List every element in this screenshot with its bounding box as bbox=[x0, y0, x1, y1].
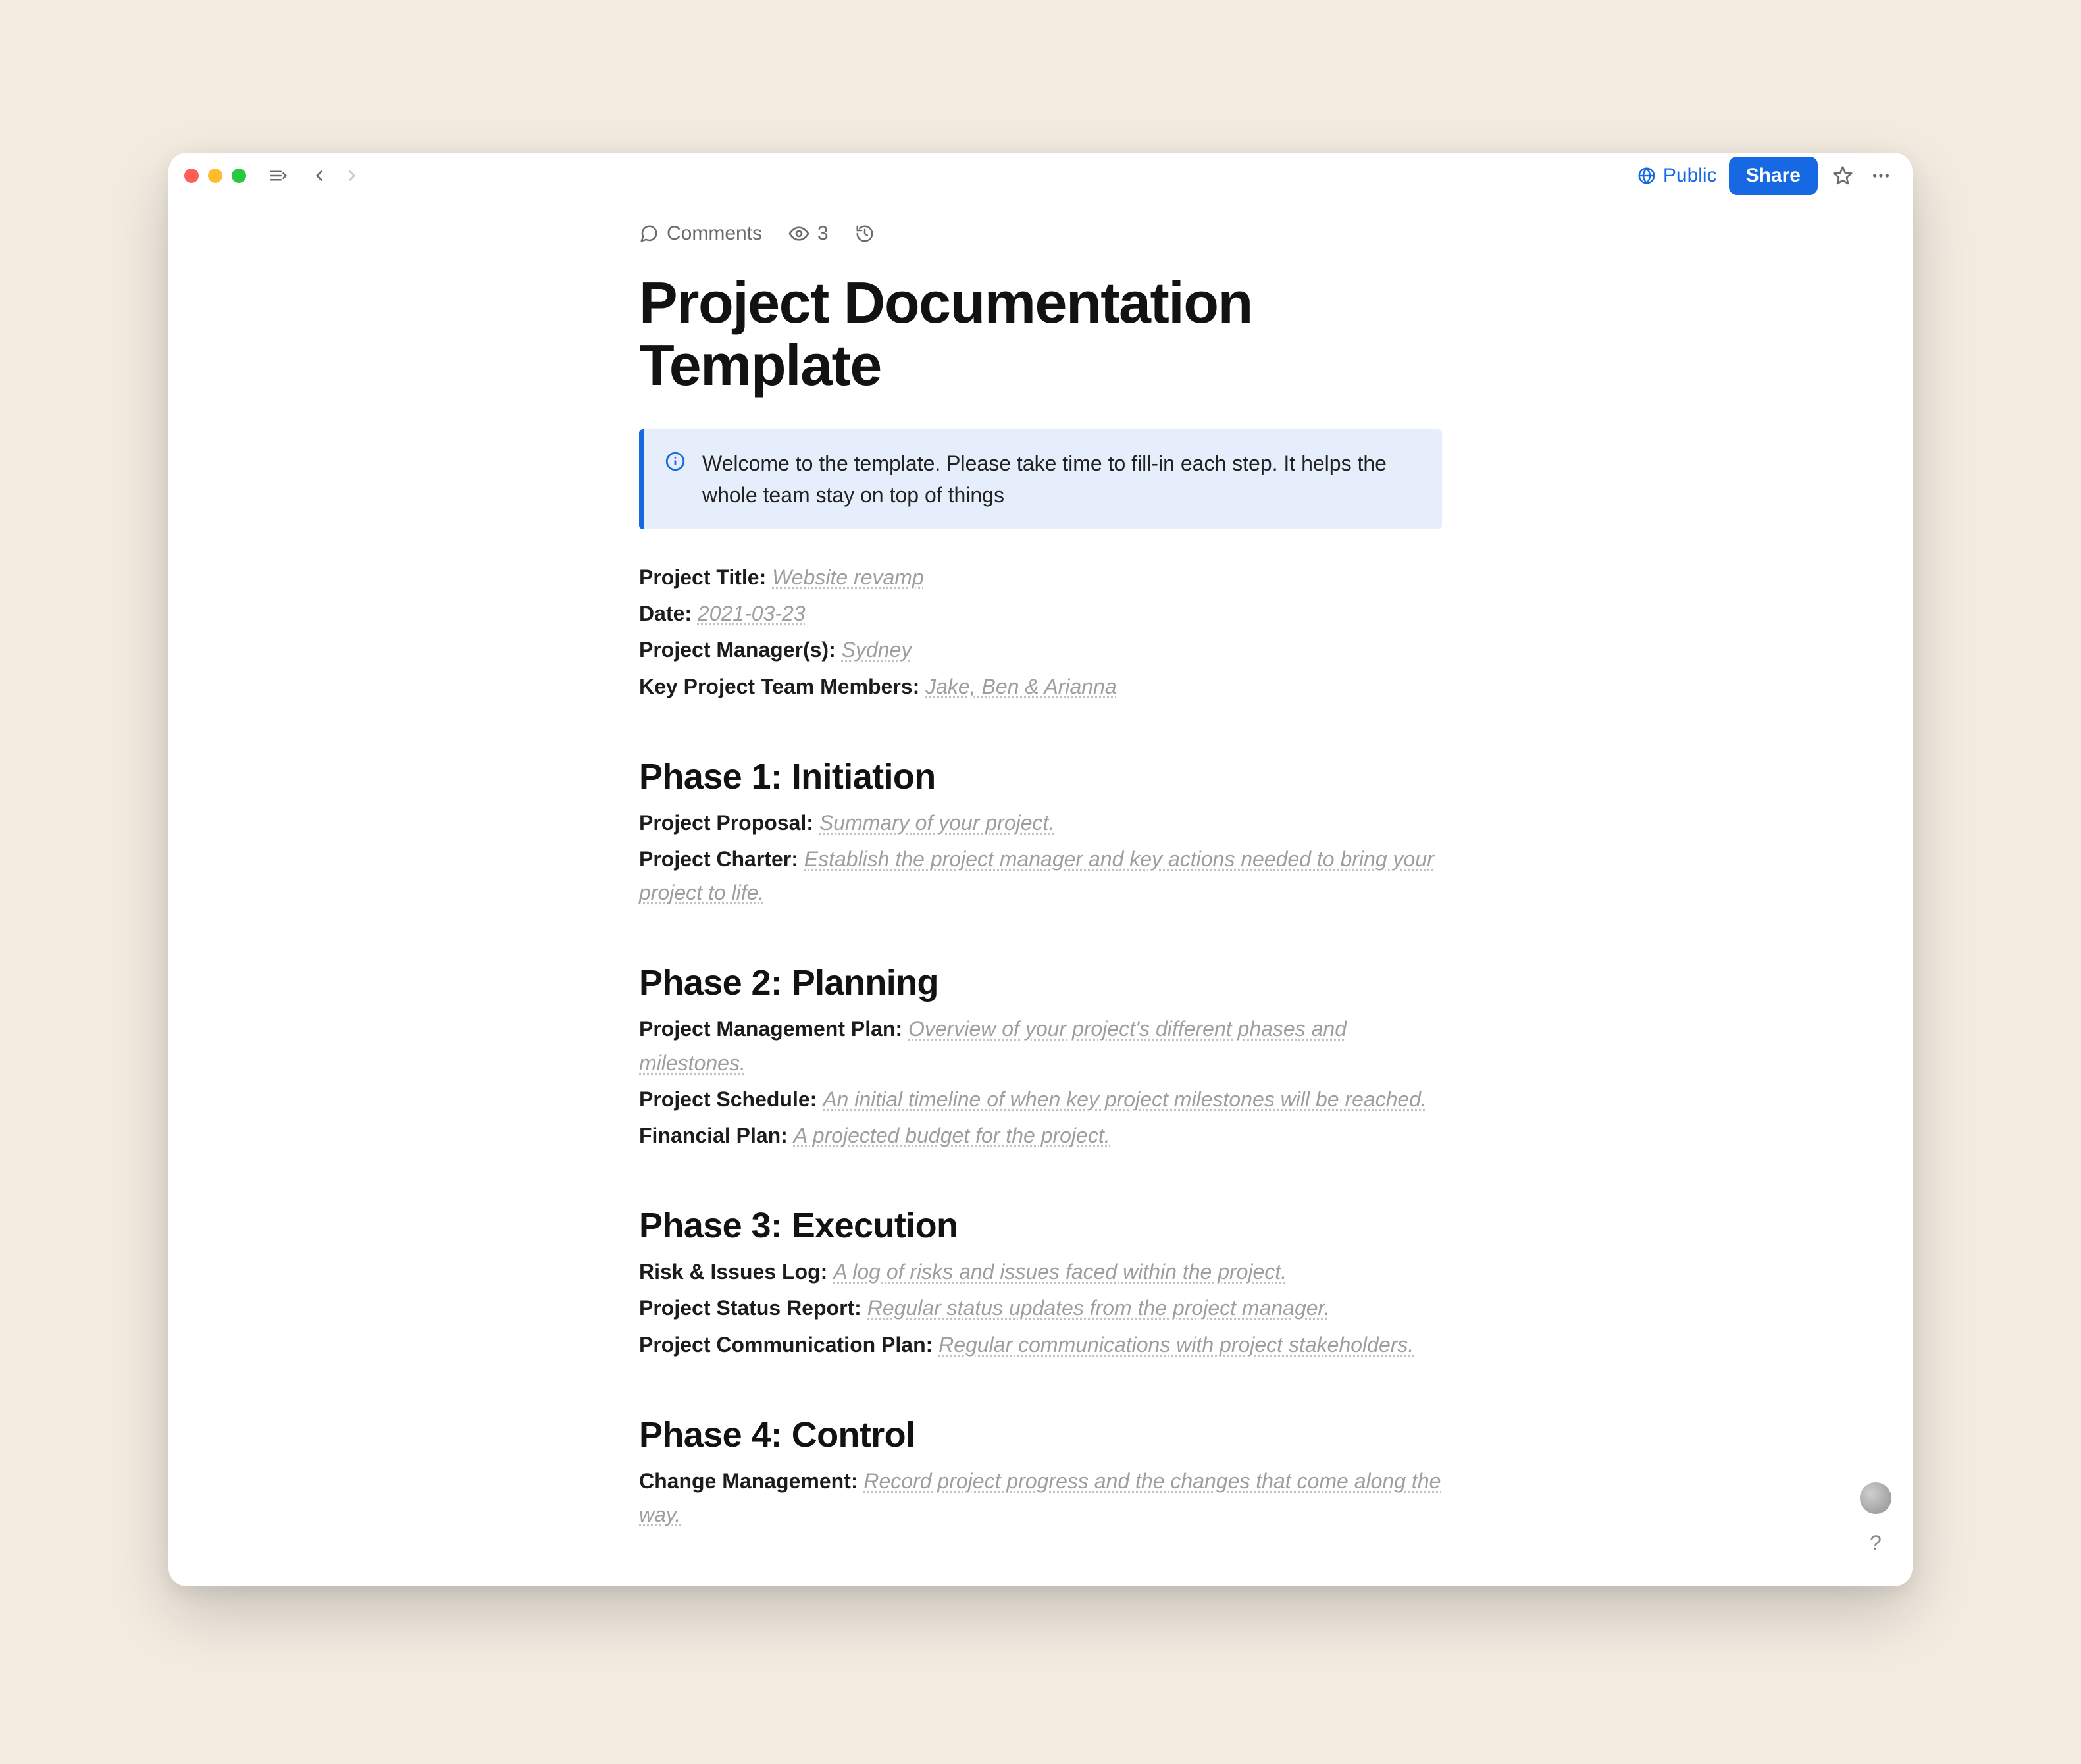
field-risk-log[interactable]: Risk & Issues Log: A log of risks and is… bbox=[639, 1255, 1442, 1289]
comments-button[interactable]: Comments bbox=[639, 222, 762, 245]
document-body[interactable]: Comments 3 Project Documentation bbox=[639, 199, 1442, 1574]
field-project-managers[interactable]: Project Manager(s): Sydney bbox=[639, 633, 1442, 667]
field-label: Project Schedule: bbox=[639, 1087, 817, 1111]
minimize-window-button[interactable] bbox=[208, 169, 222, 183]
field-label: Project Proposal: bbox=[639, 811, 813, 835]
more-options-button[interactable] bbox=[1868, 163, 1894, 189]
field-value[interactable]: Sydney bbox=[842, 638, 912, 662]
comments-label: Comments bbox=[667, 222, 762, 245]
nav-back-button[interactable] bbox=[308, 165, 330, 187]
help-glyph: ? bbox=[1870, 1531, 1882, 1555]
field-label: Project Communication Plan: bbox=[639, 1333, 933, 1357]
section-heading-phase-1[interactable]: Phase 1: Initiation bbox=[639, 756, 1442, 797]
field-value[interactable]: A log of risks and issues faced within t… bbox=[833, 1260, 1287, 1284]
section-heading-phase-2[interactable]: Phase 2: Planning bbox=[639, 962, 1442, 1003]
field-project-plan[interactable]: Project Management Plan: Overview of you… bbox=[639, 1012, 1442, 1079]
field-label: Project Manager(s): bbox=[639, 638, 836, 662]
floating-help-button[interactable]: ? bbox=[1860, 1527, 1891, 1559]
field-comm-plan[interactable]: Project Communication Plan: Regular comm… bbox=[639, 1328, 1442, 1362]
favorite-star-button[interactable] bbox=[1830, 163, 1856, 189]
titlebar: Public Share bbox=[168, 153, 1913, 199]
star-icon bbox=[1832, 165, 1853, 186]
field-label: Risk & Issues Log: bbox=[639, 1260, 827, 1284]
field-project-charter[interactable]: Project Charter: Establish the project m… bbox=[639, 843, 1442, 910]
header-fields[interactable]: Project Title: Website revamp Date: 2021… bbox=[639, 561, 1442, 704]
more-horizontal-icon bbox=[1870, 165, 1891, 186]
views-indicator[interactable]: 3 bbox=[788, 222, 829, 245]
app-window: Public Share bbox=[168, 153, 1913, 1586]
field-project-title[interactable]: Project Title: Website revamp bbox=[639, 561, 1442, 594]
sidebar-toggle-icon[interactable] bbox=[266, 163, 291, 188]
field-value[interactable]: Jake, Ben & Arianna bbox=[925, 675, 1117, 698]
field-project-schedule[interactable]: Project Schedule: An initial timeline of… bbox=[639, 1083, 1442, 1116]
field-value[interactable]: A projected budget for the project. bbox=[794, 1124, 1110, 1147]
clock-refresh-icon bbox=[855, 224, 875, 244]
share-button[interactable]: Share bbox=[1729, 157, 1818, 195]
field-change-management[interactable]: Change Management: Record project progre… bbox=[639, 1465, 1442, 1532]
comment-icon bbox=[639, 224, 659, 244]
close-window-button[interactable] bbox=[184, 169, 199, 183]
field-label: Project Charter: bbox=[639, 847, 798, 871]
field-financial-plan[interactable]: Financial Plan: A projected budget for t… bbox=[639, 1119, 1442, 1153]
field-value[interactable]: 2021-03-23 bbox=[698, 602, 806, 625]
field-label: Date: bbox=[639, 602, 692, 625]
field-label: Financial Plan: bbox=[639, 1124, 788, 1147]
callout-text: Welcome to the template. Please take tim… bbox=[702, 448, 1418, 511]
info-icon bbox=[664, 450, 686, 476]
globe-icon bbox=[1637, 166, 1657, 186]
field-team-members[interactable]: Key Project Team Members: Jake, Ben & Ar… bbox=[639, 670, 1442, 704]
field-value[interactable]: Website revamp bbox=[772, 565, 924, 589]
field-status-report[interactable]: Project Status Report: Regular status up… bbox=[639, 1291, 1442, 1325]
field-project-proposal[interactable]: Project Proposal: Summary of your projec… bbox=[639, 806, 1442, 840]
history-button[interactable] bbox=[855, 224, 875, 244]
field-label: Key Project Team Members: bbox=[639, 675, 919, 698]
eye-icon bbox=[788, 223, 809, 244]
field-value[interactable]: Summary of your project. bbox=[819, 811, 1054, 835]
section-heading-phase-3[interactable]: Phase 3: Execution bbox=[639, 1205, 1442, 1246]
page-title[interactable]: Project Documentation Template bbox=[639, 271, 1442, 396]
views-count: 3 bbox=[817, 222, 829, 245]
window-controls bbox=[184, 169, 246, 183]
info-callout[interactable]: Welcome to the template. Please take tim… bbox=[639, 429, 1442, 529]
field-label: Change Management: bbox=[639, 1469, 858, 1493]
maximize-window-button[interactable] bbox=[232, 169, 246, 183]
nav-forward-button[interactable] bbox=[341, 165, 363, 187]
section-heading-phase-4[interactable]: Phase 4: Control bbox=[639, 1414, 1442, 1455]
field-value[interactable]: Regular status updates from the project … bbox=[867, 1296, 1330, 1320]
field-label: Project Title: bbox=[639, 565, 766, 589]
field-value[interactable]: An initial timeline of when key project … bbox=[823, 1087, 1427, 1111]
field-label: Project Status Report: bbox=[639, 1296, 861, 1320]
floating-settings-button[interactable] bbox=[1860, 1482, 1891, 1514]
field-label: Project Management Plan: bbox=[639, 1017, 902, 1041]
field-value[interactable]: Regular communications with project stak… bbox=[938, 1333, 1414, 1357]
visibility-label: Public bbox=[1663, 165, 1717, 187]
field-date[interactable]: Date: 2021-03-23 bbox=[639, 597, 1442, 631]
visibility-chip-public[interactable]: Public bbox=[1637, 165, 1717, 187]
document-meta-bar: Comments 3 bbox=[639, 222, 1442, 245]
